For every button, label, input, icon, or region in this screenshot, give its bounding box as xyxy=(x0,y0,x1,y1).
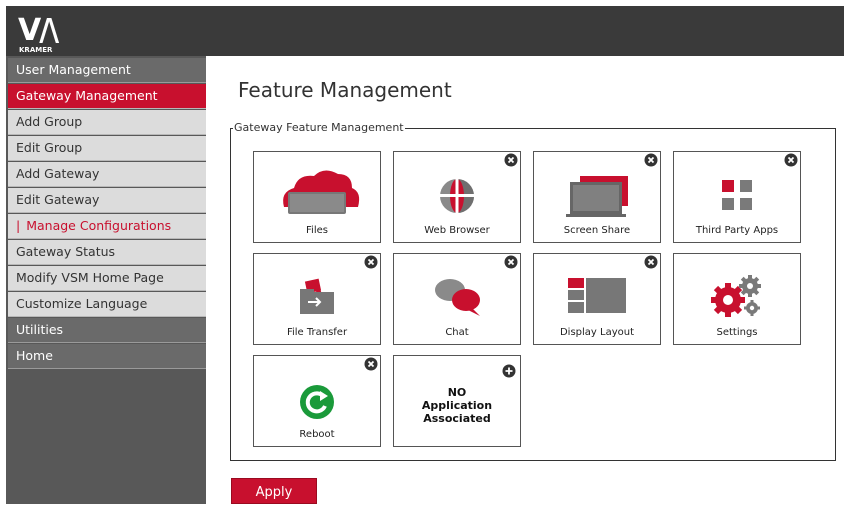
feature-tile-file-transfer[interactable]: File Transfer xyxy=(253,253,381,345)
sidebar-item-label: Customize Language xyxy=(16,296,148,311)
feature-tile-third-party-apps[interactable]: Third Party Apps xyxy=(673,151,801,243)
feature-tile-chat[interactable]: Chat xyxy=(393,253,521,345)
tile-label: Settings xyxy=(716,327,758,338)
tile-label: Third Party Apps xyxy=(695,225,779,236)
no-application-text: NO Application Associated xyxy=(394,386,520,425)
feature-tile-screen-share[interactable]: Screen Share xyxy=(533,151,661,243)
globe-icon xyxy=(440,179,474,213)
remove-badge-icon[interactable] xyxy=(504,255,518,269)
sidebar-item-edit-group[interactable]: Edit Group xyxy=(8,136,206,161)
kramer-via-logo: V/\ KRAMER xyxy=(18,13,61,54)
feature-tile-files[interactable]: Files xyxy=(253,151,381,243)
remove-badge-icon[interactable] xyxy=(644,153,658,167)
app-grid-icon xyxy=(722,180,752,210)
sidebar-item-edit-gateway[interactable]: Edit Gateway xyxy=(8,188,206,213)
feature-tile-web-browser[interactable]: Web Browser xyxy=(393,151,521,243)
sidebar-item-label: Add Gateway xyxy=(16,166,100,181)
tile-label: Files xyxy=(306,225,328,236)
sidebar-item-gateway-management[interactable]: Gateway Management xyxy=(8,84,206,109)
sidebar-item-label: Edit Gateway xyxy=(16,192,100,207)
sidebar-item-modify-vsm-home-page[interactable]: Modify VSM Home Page xyxy=(8,266,206,291)
add-badge-icon[interactable] xyxy=(502,364,516,378)
sidebar-item-home[interactable]: Home xyxy=(8,344,206,369)
screen-share-icon xyxy=(566,176,628,217)
remove-badge-icon[interactable] xyxy=(784,153,798,167)
sidebar-item-label: Manage Configurations xyxy=(26,218,172,233)
svg-text:V/\: V/\ xyxy=(18,13,59,48)
tile-label: File Transfer xyxy=(286,327,348,338)
feature-tile-display-layout[interactable]: Display Layout xyxy=(533,253,661,345)
sidebar-item-label: User Management xyxy=(16,62,131,77)
sidebar-item-label: Utilities xyxy=(16,322,64,337)
remove-badge-icon[interactable] xyxy=(504,153,518,167)
feature-tile-settings[interactable]: Settings xyxy=(673,253,801,345)
sidebar-item-label: Add Group xyxy=(16,114,83,129)
sidebar-item-label: Gateway Status xyxy=(16,244,116,259)
file-transfer-icon xyxy=(300,278,334,314)
sidebar-item-add-group[interactable]: Add Group xyxy=(8,110,206,135)
tile-label: Web Browser xyxy=(424,225,490,236)
chat-bubbles-icon xyxy=(435,279,480,316)
svg-text:KRAMER: KRAMER xyxy=(19,46,53,54)
sidebar-item-customize-language[interactable]: Customize Language xyxy=(8,292,206,317)
fieldset-legend: Gateway Feature Management xyxy=(233,121,405,135)
sidebar-item-manage-configurations[interactable]: | Manage Configurations xyxy=(8,214,206,239)
sidebar-item-add-gateway[interactable]: Add Gateway xyxy=(8,162,206,187)
reboot-icon xyxy=(300,385,334,419)
gears-icon xyxy=(711,275,761,317)
no-application-line: NO xyxy=(447,386,467,399)
tile-label: Screen Share xyxy=(563,225,631,236)
sidebar-item-label: Gateway Management xyxy=(16,88,158,103)
sidebar-nav: User Management Gateway Management Add G… xyxy=(6,56,206,504)
feature-management-fieldset: Gateway Feature Management Files Web Bro… xyxy=(230,121,836,461)
sidebar-item-label: Modify VSM Home Page xyxy=(16,270,164,285)
remove-badge-icon[interactable] xyxy=(644,255,658,269)
active-marker: | xyxy=(16,218,21,233)
display-layout-icon xyxy=(568,278,626,313)
no-application-line: Application xyxy=(421,399,493,412)
sidebar-item-utilities[interactable]: Utilities xyxy=(8,318,206,343)
remove-badge-icon[interactable] xyxy=(364,255,378,269)
remove-badge-icon[interactable] xyxy=(364,357,378,371)
tile-label: Chat xyxy=(445,327,469,338)
apply-button[interactable]: Apply xyxy=(231,478,317,504)
cloud-folder-icon xyxy=(283,170,360,214)
sidebar-item-label: Home xyxy=(16,348,53,363)
tile-label: Reboot xyxy=(299,429,335,440)
feature-tile-empty-slot[interactable]: NO Application Associated xyxy=(393,355,521,447)
tile-label: Display Layout xyxy=(559,327,635,338)
sidebar-item-user-management[interactable]: User Management xyxy=(8,58,206,83)
sidebar-item-gateway-status[interactable]: Gateway Status xyxy=(8,240,206,265)
sidebar-item-label: Edit Group xyxy=(16,140,83,155)
no-application-line: Associated xyxy=(423,412,491,425)
page-title: Feature Management xyxy=(238,78,452,102)
feature-tile-reboot[interactable]: Reboot xyxy=(253,355,381,447)
top-bar: V/\ KRAMER xyxy=(6,6,844,56)
